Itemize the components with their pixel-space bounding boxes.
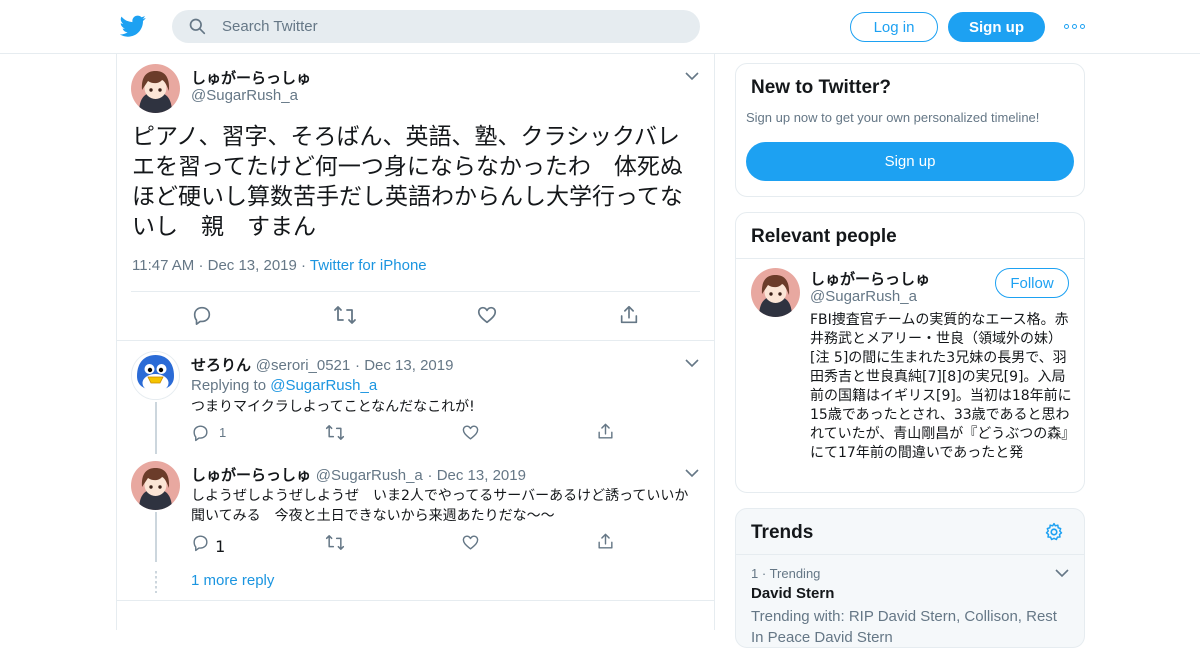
reply-count: 1: [215, 537, 226, 556]
tweet-source-link[interactable]: Twitter for iPhone: [310, 257, 427, 274]
divider: [736, 258, 1084, 259]
retweet-icon[interactable]: [325, 533, 345, 552]
share-icon[interactable]: [596, 532, 615, 551]
share-icon[interactable]: [596, 422, 615, 441]
top-navigation-bar: Log in Sign up: [0, 0, 1200, 54]
divider: [131, 291, 700, 292]
author-handle[interactable]: @SugarRush_a: [191, 87, 298, 104]
person-handle[interactable]: @SugarRush_a: [810, 288, 917, 305]
separator: ·: [198, 257, 208, 274]
author-name[interactable]: せろりん: [191, 356, 251, 374]
like-heart-icon[interactable]: [476, 304, 498, 326]
avatar[interactable]: [131, 351, 180, 400]
card-title: Relevant people: [751, 226, 897, 247]
reply-action[interactable]: 1: [191, 533, 225, 556]
trend-name[interactable]: David Stern: [751, 585, 834, 602]
main-tweet[interactable]: しゅがーらっしゅ @SugarRush_a ピアノ、習字、そろばん、英語、塾、ク…: [117, 54, 714, 341]
chevron-down-icon[interactable]: [685, 358, 699, 368]
card-title: Trends: [751, 522, 814, 543]
reply-icon[interactable]: [191, 423, 210, 442]
avatar[interactable]: [751, 268, 800, 317]
tweet-date[interactable]: Dec 13, 2019: [364, 357, 453, 374]
author-name[interactable]: しゅがーらっしゅ: [191, 67, 311, 88]
search-input[interactable]: [222, 10, 682, 43]
search-bar[interactable]: [172, 10, 700, 43]
signup-button[interactable]: Sign up: [746, 142, 1074, 181]
new-to-twitter-card: New to Twitter? Sign up now to get your …: [735, 63, 1085, 197]
trend-related[interactable]: Trending with: RIP David Stern, Collison…: [751, 606, 1071, 647]
avatar[interactable]: [131, 461, 180, 510]
tweet-date[interactable]: Dec 13, 2019: [208, 257, 297, 274]
retweet-icon[interactable]: [325, 423, 345, 442]
trend-label: Trending: [769, 566, 821, 581]
author-handle[interactable]: @serori_0521: [256, 357, 350, 374]
more-options-icon[interactable]: [1064, 18, 1086, 34]
settings-gear-icon[interactable]: [1044, 522, 1064, 542]
twitter-bird-icon[interactable]: [120, 13, 146, 39]
chevron-down-icon[interactable]: [685, 71, 699, 81]
separator: ·: [355, 357, 365, 374]
reply-icon[interactable]: [191, 304, 213, 326]
thread-line: [155, 402, 157, 454]
login-button[interactable]: Log in: [850, 12, 938, 42]
share-icon[interactable]: [618, 304, 640, 326]
person-name[interactable]: しゅがーらっしゅ: [810, 268, 930, 289]
more-replies-link[interactable]: 1 more reply: [191, 572, 274, 589]
trend-context: 1 · Trending: [751, 566, 820, 581]
reply-text: つまりマイクラしよってことなんだなこれが!: [191, 399, 475, 415]
like-heart-icon[interactable]: [461, 533, 480, 552]
reply-icon[interactable]: [191, 533, 210, 552]
chevron-down-icon[interactable]: [1055, 568, 1069, 578]
author-name[interactable]: しゅがーらっしゅ: [191, 466, 311, 484]
retweet-icon[interactable]: [333, 304, 357, 326]
separator: ·: [761, 566, 770, 581]
reply-action[interactable]: 1: [191, 423, 226, 442]
relevant-people-card: Relevant people しゅがーらっしゅ @SugarRush_a Fo…: [735, 212, 1085, 493]
chevron-down-icon[interactable]: [685, 468, 699, 478]
thread-dotted-line: [155, 571, 157, 593]
trend-rank: 1: [751, 566, 759, 581]
separator: ·: [427, 467, 437, 484]
tweet-time[interactable]: 11:47 AM: [132, 257, 194, 274]
separator: ·: [301, 257, 310, 274]
trends-card: Trends 1 · Trending David Stern Trending…: [735, 508, 1085, 648]
like-heart-icon[interactable]: [461, 423, 480, 442]
tweet-metadata: 11:47 AM · Dec 13, 2019 · Twitter for iP…: [132, 257, 427, 274]
reply-text: しようぜしようぜしようぜ いま2人でやってるサーバーあるけど誘っていいか聞いてみ…: [191, 488, 689, 524]
tweet-date[interactable]: Dec 13, 2019: [437, 467, 526, 484]
replying-to-handle-link[interactable]: @SugarRush_a: [270, 377, 377, 394]
replying-to-label: Replying to: [191, 377, 267, 394]
signup-button[interactable]: Sign up: [948, 12, 1045, 42]
card-title: New to Twitter?: [751, 77, 892, 98]
reply-tweet[interactable]: せろりん @serori_0521 · Dec 13, 2019 Replyin…: [117, 350, 714, 453]
divider: [117, 600, 714, 601]
person-bio: FBI捜査官チームの実質的なエース格。赤井務武とメアリー・世良（領域外の妹）[注…: [810, 312, 1072, 461]
card-subtitle: Sign up now to get your own personalized…: [746, 110, 1040, 125]
conversation-column: しゅがーらっしゅ @SugarRush_a ピアノ、習字、そろばん、英語、塾、ク…: [116, 54, 715, 630]
follow-button[interactable]: Follow: [995, 268, 1069, 298]
thread-line: [155, 512, 157, 562]
search-icon: [189, 18, 206, 35]
tweet-text: ピアノ、習字、そろばん、英語、塾、クラシックバレエを習ってたけど何一つ身にならな…: [132, 124, 683, 240]
replying-to: Replying to @SugarRush_a: [191, 376, 701, 396]
divider: [736, 554, 1084, 555]
avatar[interactable]: [131, 64, 180, 113]
reply-count: 1: [219, 425, 227, 440]
author-handle[interactable]: @SugarRush_a: [316, 467, 423, 484]
